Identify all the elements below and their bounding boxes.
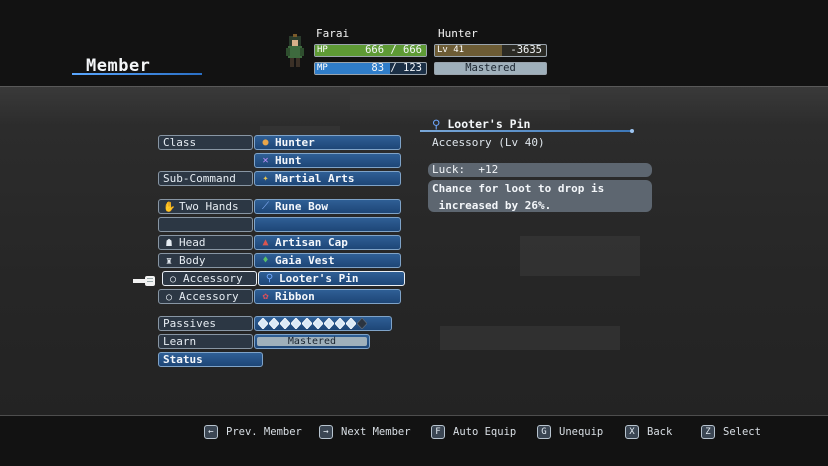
accessory1-value: Looter's Pin [279,272,359,285]
detail-subtitle: Accessory (Lv 40) [432,136,545,149]
z-key-icon: Z [701,425,715,439]
job-mastery-bar: Mastered [434,62,547,75]
command-value: Hunt [275,154,302,167]
ribbon-icon: ✿ [262,291,269,302]
learn-bar[interactable]: Mastered [254,334,370,349]
f-key-icon: F [431,425,445,439]
title-underline [72,73,202,75]
pin-icon: ⚲ [432,117,441,131]
head-value: Artisan Cap [275,236,348,249]
mp-bar: MP 83 / 123 [314,62,427,75]
job-name: Hunter [438,27,478,40]
passive-gem-filled-icon [335,318,345,329]
select-control[interactable]: Z Select [701,424,761,440]
mp-label: MP [317,63,328,73]
learn-value: Mastered [257,337,367,347]
detail-stat: Luck: +12 [428,163,652,177]
armor-icon: ♜ [165,256,173,267]
learn-label: Learn [158,334,253,349]
x-key-icon: X [625,425,639,439]
hand-icon: ✋ [163,202,176,213]
mp-value: 83 / 123 [371,62,422,74]
passive-gem-filled-icon [269,318,279,329]
cap-icon: ▲ [262,237,269,248]
passive-gem-empty-icon [357,318,367,329]
back-control[interactable]: X Back [625,424,672,440]
description-line: Chance for loot to drop is [432,182,605,195]
martial-arts-icon: ✦ [262,173,269,184]
accessory1-label: ○ Accessory [162,271,257,286]
status-button[interactable]: Status [158,352,263,367]
accessory1-slot[interactable]: ⚲ Looter's Pin [258,271,405,286]
class-label: Class [158,135,253,150]
helmet-icon: ☗ [165,238,173,249]
next-member-control[interactable]: → Next Member [319,424,411,440]
pin-icon: ⚲ [265,273,274,284]
detail-title: ⚲ Looter's Pin [432,117,531,131]
detail-description: Chance for loot to drop is increased by … [428,180,652,212]
hp-value: 666 / 666 [365,44,422,56]
passives-slots[interactable] [254,316,392,331]
weapon-label: ✋ Two Hands [158,199,253,214]
job-level: Lv 41 [437,45,465,55]
bow-icon: ⟋ [262,201,269,212]
sub-command-value: Martial Arts [275,172,355,185]
job-exp: -3635 [510,44,542,56]
hp-bar: HP 666 / 666 [314,44,427,57]
hunter-job-icon: ● [262,137,269,148]
passive-gem-filled-icon [346,318,356,329]
job-mastery: Mastered [465,62,516,74]
unequip-control[interactable]: G Unequip [537,424,603,440]
detail-underline [420,129,634,133]
head-label: ☗ Head [158,235,253,250]
offhand-slot[interactable] [254,217,401,232]
character-name: Farai [316,27,350,40]
character-sprite [286,34,304,67]
passive-gem-filled-icon [324,318,334,329]
description-line: increased by 26%. [432,199,552,212]
command-slot[interactable]: ✕ Hunt [254,153,401,168]
hp-label: HP [317,45,328,55]
passive-gem-filled-icon [313,318,323,329]
body-slot[interactable]: ♦ Gaia Vest [254,253,401,268]
accessory2-label: ○ Accessory [158,289,253,304]
sub-command-slot[interactable]: ✦ Martial Arts [254,171,401,186]
vest-icon: ♦ [262,255,269,266]
passives-label: Passives [158,316,253,331]
auto-equip-control[interactable]: F Auto Equip [431,424,516,440]
backdrop-blur [440,326,620,350]
ring-icon: ○ [165,292,173,303]
right-arrow-key-icon: → [319,425,333,439]
accessory2-slot[interactable]: ✿ Ribbon [254,289,401,304]
passive-gem-filled-icon [258,318,268,329]
prev-member-control[interactable]: ← Prev. Member [204,424,302,440]
pointer-hand-icon [133,276,155,286]
passive-gem-filled-icon [302,318,312,329]
accessory2-value: Ribbon [275,290,315,303]
weapon-value: Rune Bow [275,200,328,213]
swords-icon: ✕ [262,155,269,166]
passive-gem-filled-icon [291,318,301,329]
g-key-icon: G [537,425,551,439]
offhand-label [158,217,253,232]
backdrop-blur [520,236,640,276]
class-slot[interactable]: ● Hunter [254,135,401,150]
left-arrow-key-icon: ← [204,425,218,439]
body-label: ♜ Body [158,253,253,268]
background-panel [0,86,828,416]
job-level-bar: Lv 41 -3635 [434,44,547,57]
body-value: Gaia Vest [275,254,335,267]
ring-icon: ○ [169,274,177,285]
backdrop-blur [350,94,570,110]
weapon-slot[interactable]: ⟋ Rune Bow [254,199,401,214]
controls-footer: ← Prev. Member → Next Member F Auto Equip G… [0,424,828,442]
head-slot[interactable]: ▲ Artisan Cap [254,235,401,250]
sub-command-label: Sub-Command [158,171,253,186]
class-value: Hunter [275,136,315,149]
passive-gem-filled-icon [280,318,290,329]
